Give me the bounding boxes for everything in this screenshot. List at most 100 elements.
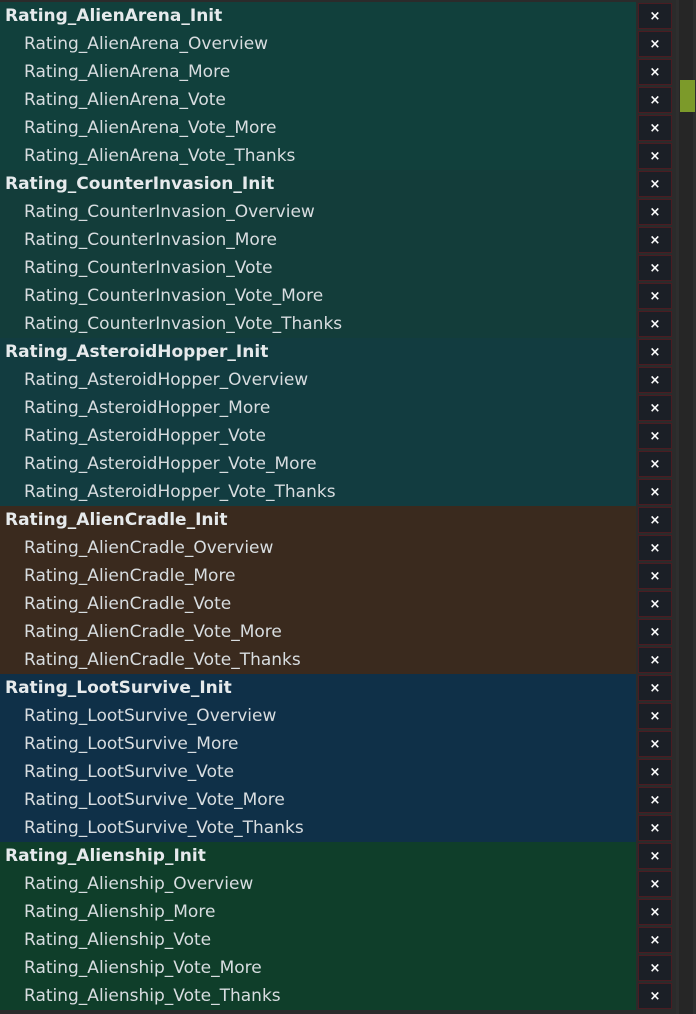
- delete-button[interactable]: ×: [638, 171, 672, 197]
- rating-group: Rating_LootSurvive_Init × Rating_LootSurvi…: [0, 674, 676, 842]
- delete-button[interactable]: ×: [638, 899, 672, 925]
- rating-group: Rating_AlienCradle_Init × Rating_AlienCrad…: [0, 506, 676, 674]
- list-item[interactable]: Rating_CounterInvasion_Vote ×: [0, 254, 676, 282]
- close-icon: ×: [649, 792, 661, 808]
- list-item[interactable]: Rating_AsteroidHopper_Overview ×: [0, 366, 676, 394]
- list-item[interactable]: Rating_AlienArena_Vote ×: [0, 86, 676, 114]
- delete-button[interactable]: ×: [638, 647, 672, 673]
- delete-button[interactable]: ×: [638, 59, 672, 85]
- delete-button[interactable]: ×: [638, 955, 672, 981]
- delete-button[interactable]: ×: [638, 815, 672, 841]
- close-icon: ×: [649, 8, 661, 24]
- group-header-label: Rating_AsteroidHopper_Init: [5, 342, 269, 362]
- delete-button[interactable]: ×: [638, 871, 672, 897]
- list-item[interactable]: Rating_AsteroidHopper_More ×: [0, 394, 676, 422]
- close-icon: ×: [649, 960, 661, 976]
- delete-button[interactable]: ×: [638, 675, 672, 701]
- delete-button[interactable]: ×: [638, 395, 672, 421]
- delete-button[interactable]: ×: [638, 143, 672, 169]
- list-item[interactable]: Rating_Alienship_Vote_Thanks ×: [0, 982, 676, 1010]
- delete-button[interactable]: ×: [638, 255, 672, 281]
- list-item[interactable]: Rating_LootSurvive_Vote ×: [0, 758, 676, 786]
- delete-button[interactable]: ×: [638, 703, 672, 729]
- delete-button[interactable]: ×: [638, 451, 672, 477]
- delete-button[interactable]: ×: [638, 507, 672, 533]
- list-item[interactable]: Rating_AlienCradle_Overview ×: [0, 534, 676, 562]
- delete-button[interactable]: ×: [638, 31, 672, 57]
- rating-group: Rating_AlienArena_Init × Rating_AlienArena…: [0, 2, 676, 170]
- delete-button[interactable]: ×: [638, 3, 672, 29]
- close-icon: ×: [649, 680, 661, 696]
- delete-button[interactable]: ×: [638, 339, 672, 365]
- delete-button[interactable]: ×: [638, 927, 672, 953]
- delete-button[interactable]: ×: [638, 311, 672, 337]
- list-item[interactable]: Rating_CounterInvasion_Vote_Thanks ×: [0, 310, 676, 338]
- close-icon: ×: [649, 568, 661, 584]
- scrollbar-thumb[interactable]: [680, 80, 695, 112]
- group-header-row[interactable]: Rating_CounterInvasion_Init ×: [0, 170, 676, 198]
- list-item[interactable]: Rating_AlienArena_Overview ×: [0, 30, 676, 58]
- delete-button[interactable]: ×: [638, 479, 672, 505]
- delete-button[interactable]: ×: [638, 535, 672, 561]
- delete-button[interactable]: ×: [638, 115, 672, 141]
- list-item[interactable]: Rating_CounterInvasion_More ×: [0, 226, 676, 254]
- delete-button[interactable]: ×: [638, 227, 672, 253]
- list-item[interactable]: Rating_AsteroidHopper_Vote_Thanks ×: [0, 478, 676, 506]
- delete-button[interactable]: ×: [638, 731, 672, 757]
- delete-button[interactable]: ×: [638, 563, 672, 589]
- close-icon: ×: [649, 428, 661, 444]
- close-icon: ×: [649, 540, 661, 556]
- item-label: Rating_Alienship_Vote_More: [24, 958, 262, 978]
- item-label: Rating_CounterInvasion_Overview: [24, 202, 315, 222]
- delete-button[interactable]: ×: [638, 759, 672, 785]
- item-label: Rating_AsteroidHopper_Vote: [24, 426, 267, 446]
- list-item[interactable]: Rating_Alienship_More ×: [0, 898, 676, 926]
- list-item[interactable]: Rating_AlienArena_More ×: [0, 58, 676, 86]
- item-label: Rating_CounterInvasion_Vote_Thanks: [24, 314, 343, 334]
- delete-button[interactable]: ×: [638, 591, 672, 617]
- item-label: Rating_Alienship_Overview: [24, 874, 254, 894]
- list-item[interactable]: Rating_AsteroidHopper_Vote ×: [0, 422, 676, 450]
- list-item[interactable]: Rating_CounterInvasion_Vote_More ×: [0, 282, 676, 310]
- delete-button[interactable]: ×: [638, 367, 672, 393]
- list-item[interactable]: Rating_Alienship_Vote_More ×: [0, 954, 676, 982]
- vertical-scrollbar[interactable]: [676, 0, 696, 1014]
- close-icon: ×: [649, 820, 661, 836]
- delete-button[interactable]: ×: [638, 619, 672, 645]
- close-icon: ×: [649, 64, 661, 80]
- delete-button[interactable]: ×: [638, 87, 672, 113]
- list-item[interactable]: Rating_AlienCradle_Vote_Thanks ×: [0, 646, 676, 674]
- group-header-label: Rating_AlienCradle_Init: [5, 510, 228, 530]
- close-icon: ×: [649, 176, 661, 192]
- group-header-row[interactable]: Rating_Alienship_Init ×: [0, 842, 676, 870]
- group-header-row[interactable]: Rating_LootSurvive_Init ×: [0, 674, 676, 702]
- list-item[interactable]: Rating_AlienArena_Vote_Thanks ×: [0, 142, 676, 170]
- delete-button[interactable]: ×: [638, 199, 672, 225]
- list-item[interactable]: Rating_AlienArena_Vote_More ×: [0, 114, 676, 142]
- close-icon: ×: [649, 652, 661, 668]
- list-item[interactable]: Rating_Alienship_Vote ×: [0, 926, 676, 954]
- group-header-row[interactable]: Rating_AsteroidHopper_Init ×: [0, 338, 676, 366]
- list-item[interactable]: Rating_AlienCradle_More ×: [0, 562, 676, 590]
- list-item[interactable]: Rating_LootSurvive_Vote_More ×: [0, 786, 676, 814]
- close-icon: ×: [649, 764, 661, 780]
- list-item[interactable]: Rating_CounterInvasion_Overview ×: [0, 198, 676, 226]
- group-header-row[interactable]: Rating_AlienArena_Init ×: [0, 2, 676, 30]
- list-item[interactable]: Rating_AlienCradle_Vote_More ×: [0, 618, 676, 646]
- group-header-label: Rating_Alienship_Init: [5, 846, 206, 866]
- delete-button[interactable]: ×: [638, 843, 672, 869]
- list-item[interactable]: Rating_AsteroidHopper_Vote_More ×: [0, 450, 676, 478]
- list-item[interactable]: Rating_Alienship_Overview ×: [0, 870, 676, 898]
- delete-button[interactable]: ×: [638, 283, 672, 309]
- list-item[interactable]: Rating_LootSurvive_More ×: [0, 730, 676, 758]
- delete-button[interactable]: ×: [638, 983, 672, 1009]
- close-icon: ×: [649, 120, 661, 136]
- delete-button[interactable]: ×: [638, 787, 672, 813]
- close-icon: ×: [649, 596, 661, 612]
- scrollbar-track[interactable]: [679, 0, 695, 1014]
- delete-button[interactable]: ×: [638, 423, 672, 449]
- list-item[interactable]: Rating_AlienCradle_Vote ×: [0, 590, 676, 618]
- list-item[interactable]: Rating_LootSurvive_Vote_Thanks ×: [0, 814, 676, 842]
- list-item[interactable]: Rating_LootSurvive_Overview ×: [0, 702, 676, 730]
- group-header-row[interactable]: Rating_AlienCradle_Init ×: [0, 506, 676, 534]
